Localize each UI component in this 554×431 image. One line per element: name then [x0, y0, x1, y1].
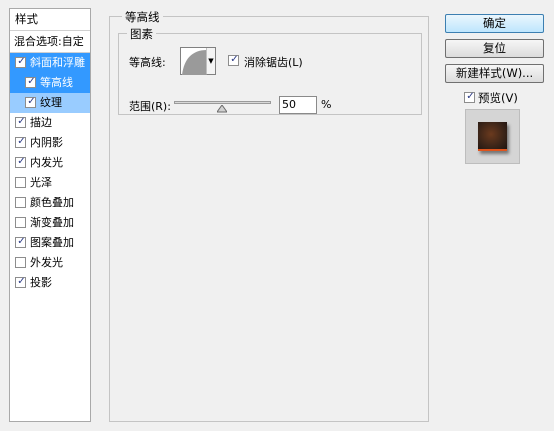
panel-title: 等高线 — [122, 9, 163, 25]
check-icon: ✓ — [17, 156, 26, 167]
slider-thumb-icon[interactable] — [217, 105, 227, 113]
check-icon: ✓ — [17, 56, 26, 67]
style-item-pattern-overlay[interactable]: ✓ 图案叠加 — [10, 233, 90, 253]
gradient-overlay-checkbox[interactable] — [15, 217, 26, 228]
style-item-label: 描边 — [30, 116, 52, 129]
preview-label: 预览(V) — [478, 91, 518, 105]
preview-checkbox[interactable]: ✓ — [464, 91, 475, 103]
style-item-inner-glow[interactable]: ✓ 内发光 — [10, 153, 90, 173]
preview-thumbnail — [465, 109, 520, 164]
check-icon: ✓ — [466, 91, 475, 102]
style-item-label: 图案叠加 — [30, 236, 74, 249]
elements-title: 图素 — [127, 26, 156, 42]
range-slider[interactable] — [174, 101, 271, 104]
texture-checkbox[interactable]: ✓ — [25, 96, 36, 108]
check-icon: ✓ — [17, 276, 26, 287]
drop-shadow-checkbox[interactable]: ✓ — [15, 276, 26, 288]
style-item-label: 斜面和浮雕 — [30, 56, 85, 69]
style-item-outer-glow[interactable]: 外发光 — [10, 253, 90, 273]
style-item-label: 光泽 — [30, 176, 52, 189]
contour-checkbox[interactable]: ✓ — [25, 76, 36, 88]
style-item-drop-shadow[interactable]: ✓ 投影 — [10, 273, 90, 293]
contour-curve-icon — [182, 49, 207, 75]
antialias-label: 消除锯齿(L) — [244, 56, 303, 69]
range-unit: % — [321, 98, 332, 111]
style-item-color-overlay[interactable]: 颜色叠加 — [10, 193, 90, 213]
style-item-label: 纹理 — [40, 96, 62, 109]
style-item-bevel-emboss[interactable]: ✓ 斜面和浮雕 — [10, 53, 90, 73]
pattern-overlay-checkbox[interactable]: ✓ — [15, 236, 26, 248]
contour-label: 等高线: — [129, 56, 166, 69]
style-item-gradient-overlay[interactable]: 渐变叠加 — [10, 213, 90, 233]
style-item-label: 内发光 — [30, 156, 63, 169]
chevron-down-icon[interactable]: ▼ — [206, 48, 215, 74]
antialias-checkbox[interactable]: ✓ — [228, 54, 239, 66]
style-item-label: 内阴影 — [30, 136, 63, 149]
elements-group: 图素 等高线: ▼ ✓ 消除锯齿(L) 范围(R): 50 % — [118, 26, 422, 115]
range-label: 范围(R): — [129, 100, 171, 113]
check-icon: ✓ — [17, 116, 26, 127]
range-input[interactable]: 50 — [279, 96, 317, 114]
style-item-label: 投影 — [30, 276, 52, 289]
blending-options-item[interactable]: 混合选项:自定 — [10, 31, 90, 53]
contour-picker[interactable]: ▼ — [180, 47, 216, 75]
style-item-label: 等高线 — [40, 76, 73, 89]
style-item-label: 外发光 — [30, 256, 63, 269]
style-item-texture[interactable]: ✓ 纹理 — [10, 93, 90, 113]
check-icon: ✓ — [17, 136, 26, 147]
inner-glow-checkbox[interactable]: ✓ — [15, 156, 26, 168]
color-overlay-checkbox[interactable] — [15, 197, 26, 208]
style-item-label: 渐变叠加 — [30, 216, 74, 229]
style-item-label: 颜色叠加 — [30, 196, 74, 209]
style-item-satin[interactable]: 光泽 — [10, 173, 90, 193]
styles-list: 样式 混合选项:自定 ✓ 斜面和浮雕 ✓ 等高线 ✓ 纹理 ✓ 描边 ✓ 内阴影… — [9, 8, 91, 422]
bevel-emboss-checkbox[interactable]: ✓ — [15, 56, 26, 68]
reset-button[interactable]: 复位 — [445, 39, 544, 58]
satin-checkbox[interactable] — [15, 177, 26, 188]
outer-glow-checkbox[interactable] — [15, 257, 26, 268]
new-style-button[interactable]: 新建样式(W)... — [445, 64, 544, 83]
check-icon: ✓ — [27, 96, 36, 107]
style-item-contour[interactable]: ✓ 等高线 — [10, 73, 90, 93]
stroke-checkbox[interactable]: ✓ — [15, 116, 26, 128]
styles-header: 样式 — [10, 9, 90, 31]
check-icon: ✓ — [230, 54, 239, 65]
check-icon: ✓ — [17, 236, 26, 247]
preview-sample-image — [478, 122, 507, 151]
inner-shadow-checkbox[interactable]: ✓ — [15, 136, 26, 148]
ok-button[interactable]: 确定 — [445, 14, 544, 33]
style-item-stroke[interactable]: ✓ 描边 — [10, 113, 90, 133]
style-item-inner-shadow[interactable]: ✓ 内阴影 — [10, 133, 90, 153]
contour-panel: 等高线 图素 等高线: ▼ ✓ 消除锯齿(L) 范围(R): 50 % — [109, 9, 429, 422]
check-icon: ✓ — [27, 76, 36, 87]
